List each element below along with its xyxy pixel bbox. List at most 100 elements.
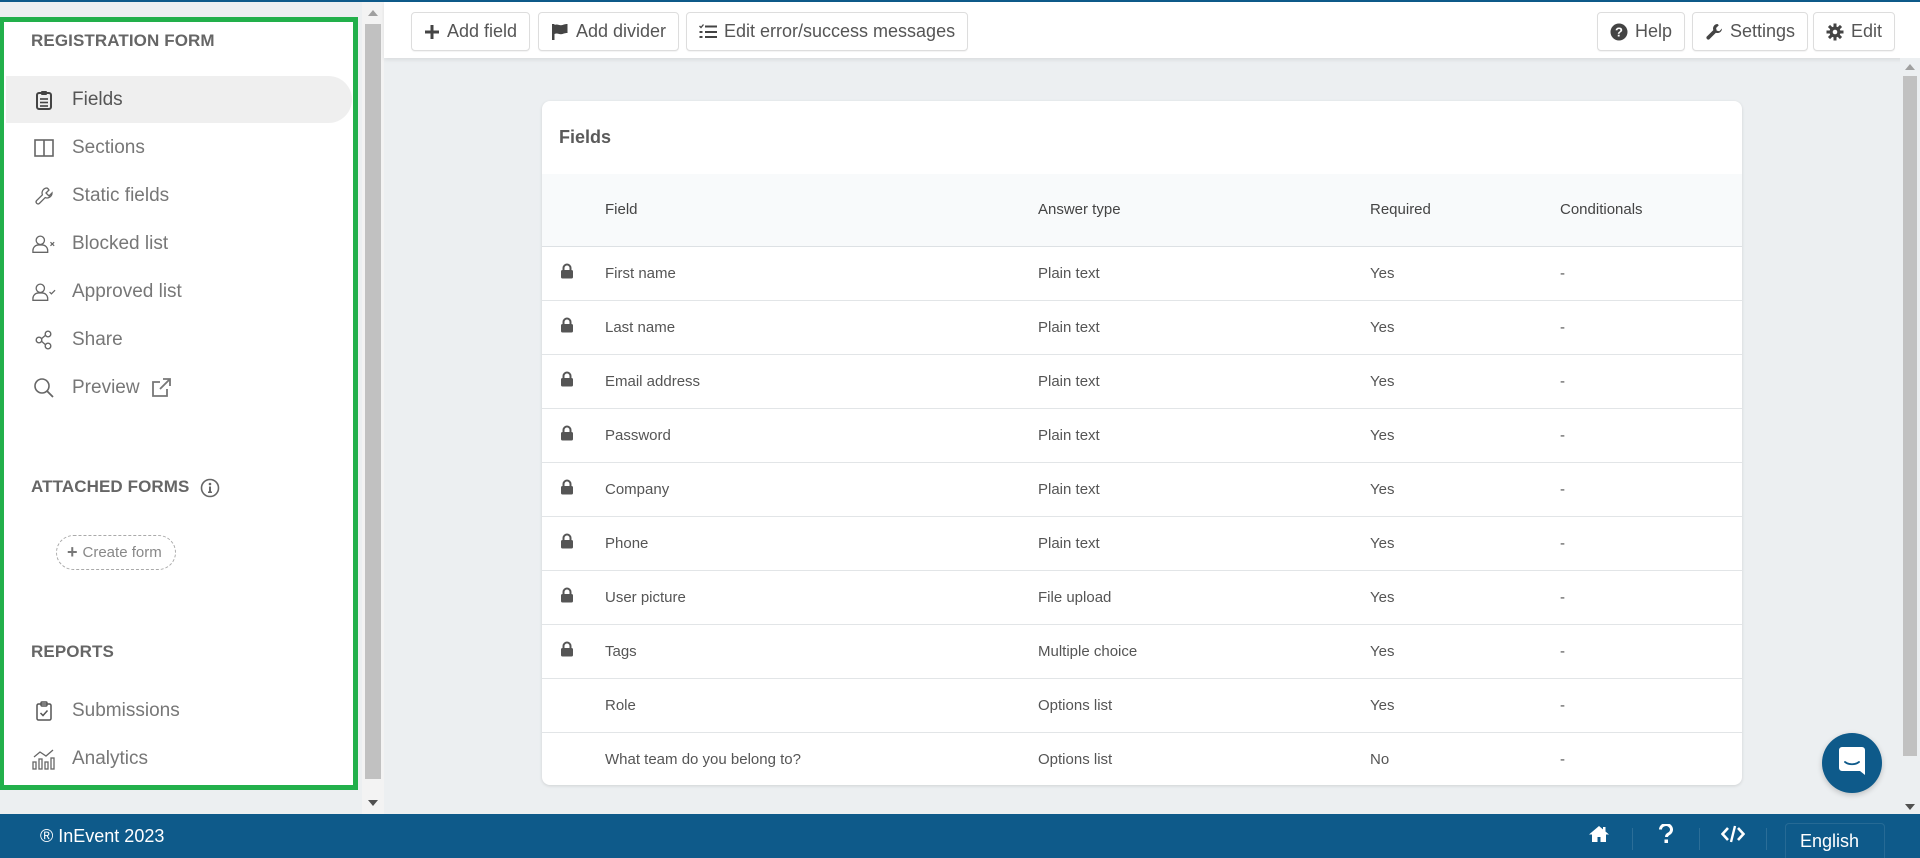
add-divider-button[interactable]: Add divider: [538, 12, 680, 51]
chat-launcher-button[interactable]: [1822, 733, 1882, 793]
help-footer-button[interactable]: [1633, 814, 1699, 858]
create-form-button[interactable]: + Create form: [56, 535, 176, 570]
flag-icon: [551, 23, 569, 41]
card-title: Fields: [559, 127, 612, 147]
sidebar-item-preview[interactable]: Preview: [6, 364, 352, 411]
section-title-text: ATTACHED FORMS: [31, 477, 190, 496]
lock-cell: [542, 246, 605, 301]
sidebar-item-label: Share: [72, 328, 123, 350]
search-icon: [32, 376, 56, 400]
gear-icon: [1826, 23, 1844, 41]
lock-cell: [542, 678, 605, 733]
header-field: Field: [605, 174, 1038, 247]
svg-text:?: ?: [1615, 24, 1623, 39]
answer-type-cell: Plain text: [1038, 354, 1370, 409]
scroll-up-arrow-icon[interactable]: [1905, 64, 1915, 70]
plus-icon: +: [67, 542, 78, 562]
conditionals-cell: -: [1560, 300, 1742, 355]
sidebar-item-label: Submissions: [72, 699, 180, 721]
home-button[interactable]: [1566, 814, 1632, 858]
lock-icon: [560, 317, 574, 337]
required-cell: Yes: [1370, 570, 1560, 625]
lock-cell: [542, 300, 605, 355]
answer-type-cell: Plain text: [1038, 300, 1370, 355]
sidebar-item-share[interactable]: Share: [6, 316, 352, 363]
lock-icon: [560, 641, 574, 661]
answer-type-cell: Options list: [1038, 750, 1113, 768]
sidebar-scrollbar-thumb[interactable]: [365, 24, 381, 779]
sidebar-item-label: Approved list: [72, 280, 182, 302]
home-icon: [1588, 825, 1610, 848]
edit-button[interactable]: Edit: [1813, 12, 1896, 51]
edit-messages-button[interactable]: Edit error/success messages: [686, 12, 969, 51]
sidebar-item-analytics[interactable]: Analytics: [6, 735, 352, 782]
sidebar-scrollbar[interactable]: [362, 2, 384, 814]
table-row[interactable]: First name Plain text Yes -: [542, 246, 1742, 301]
conditionals-cell: -: [1560, 516, 1742, 571]
section-title-registration-form: REGISTRATION FORM: [31, 31, 215, 50]
footer: ® InEvent 2023 English: [0, 814, 1920, 858]
table-row[interactable]: Tags Multiple choice Yes -: [542, 624, 1742, 679]
sidebar-item-label: Preview: [72, 376, 140, 398]
required-cell: Yes: [1370, 300, 1560, 355]
wrench-icon: [1705, 23, 1723, 41]
table-row[interactable]: What team do you belong to? Options list N…: [542, 732, 1742, 785]
sidebar-item-label: Fields: [72, 88, 123, 110]
sidebar-item-fields[interactable]: Fields: [6, 76, 352, 123]
settings-button[interactable]: Settings: [1692, 12, 1809, 51]
table-row[interactable]: Password Plain text Yes -: [542, 408, 1742, 463]
conditionals-cell: -: [1560, 750, 1565, 768]
lock-cell: [542, 570, 605, 625]
help-button[interactable]: ? Help: [1597, 12, 1686, 51]
chat-icon: [1838, 746, 1866, 781]
sidebar-item-approved-list[interactable]: Approved list: [6, 268, 352, 315]
info-icon[interactable]: [200, 478, 220, 498]
question-icon: [1659, 822, 1673, 849]
lock-cell: [542, 732, 605, 785]
clipboard-list-icon: [32, 88, 56, 112]
main-scrollbar[interactable]: [1900, 58, 1920, 814]
help-label: Help: [1635, 21, 1673, 41]
field-name-cell: What team do you belong to?: [605, 750, 801, 768]
scroll-down-arrow-icon[interactable]: [1905, 804, 1915, 810]
scroll-down-arrow-icon[interactable]: [368, 800, 378, 806]
field-name-cell: Last name: [605, 300, 1038, 355]
required-cell: Yes: [1370, 624, 1560, 679]
sidebar-item-static-fields[interactable]: Static fields: [6, 172, 352, 219]
sidebar-item-sections[interactable]: Sections: [6, 124, 352, 171]
wrench-icon: [32, 184, 56, 208]
user-check-icon: [32, 280, 56, 304]
table-header-row: Field Answer type Required Conditionals: [542, 174, 1742, 247]
table-row[interactable]: Company Plain text Yes -: [542, 462, 1742, 517]
table-row[interactable]: Role Options list Yes -: [542, 678, 1742, 733]
field-name-cell: Phone: [605, 516, 1038, 571]
table-row[interactable]: Email address Plain text Yes -: [542, 354, 1742, 409]
field-name-cell: Password: [605, 408, 1038, 463]
scroll-up-arrow-icon[interactable]: [368, 10, 378, 16]
conditionals-cell: -: [1560, 246, 1742, 301]
answer-type-cell: Options list: [1038, 678, 1370, 733]
sidebar-item-blocked-list[interactable]: Blocked list: [6, 220, 352, 267]
table-row[interactable]: Phone Plain text Yes -: [542, 516, 1742, 571]
conditionals-cell: -: [1560, 354, 1742, 409]
field-name-cell: Role: [605, 678, 1038, 733]
fields-card: Fields Field Answer type Required Condit…: [542, 101, 1742, 785]
add-field-button[interactable]: Add field: [411, 12, 531, 51]
required-cell: Yes: [1370, 408, 1560, 463]
required-cell: Yes: [1370, 246, 1560, 301]
footer-divider: [1766, 828, 1767, 850]
table-row[interactable]: Last name Plain text Yes -: [542, 300, 1742, 355]
conditionals-cell: -: [1560, 624, 1742, 679]
sidebar-item-label: Blocked list: [72, 232, 169, 254]
field-name-cell: First name: [605, 246, 1038, 301]
developer-button[interactable]: [1700, 814, 1766, 858]
settings-label: Settings: [1730, 21, 1796, 41]
table-row[interactable]: User picture File upload Yes -: [542, 570, 1742, 625]
sidebar-item-submissions[interactable]: Submissions: [6, 687, 352, 734]
lock-icon: [560, 263, 574, 283]
language-selector[interactable]: English: [1785, 823, 1885, 858]
share-icon: [32, 328, 56, 352]
sidebar-item-label: Static fields: [72, 184, 170, 206]
main-scrollbar-thumb[interactable]: [1903, 76, 1917, 756]
add-field-label: Add field: [447, 21, 518, 41]
